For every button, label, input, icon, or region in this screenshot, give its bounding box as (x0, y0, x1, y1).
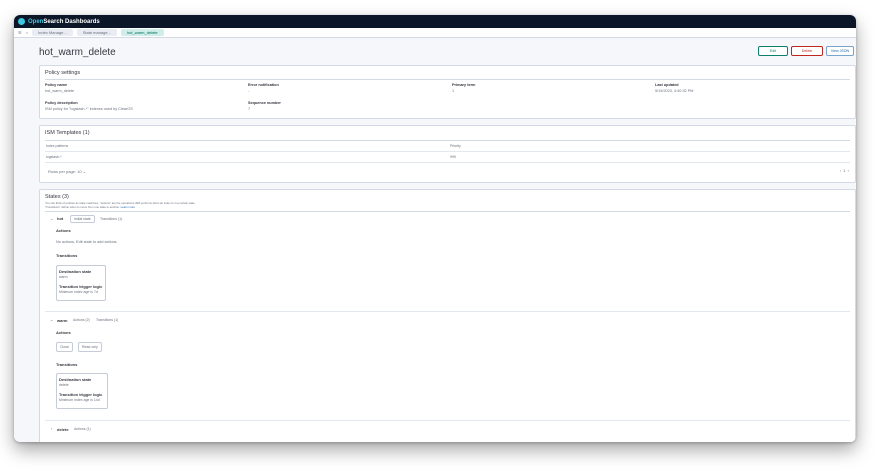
chevron-down-icon[interactable]: ⌄ (50, 317, 53, 322)
ism-templates-title: ISM Templates (1) (45, 130, 90, 136)
template-index-pattern: logstash-* (46, 155, 62, 159)
chevron-right-icon[interactable]: › (51, 426, 52, 431)
breadcrumb-item[interactable]: Index Manage... (32, 29, 73, 36)
hot-actions-label: Actions (56, 228, 71, 233)
warm-transition-card: Destination state delete Transition trig… (56, 373, 108, 409)
policy-name-label: Policy name (45, 83, 68, 87)
policy-settings-panel: Policy settings Policy name hot_warm_del… (39, 65, 856, 119)
breadcrumb: ☰ ⌂ Index Manage... State manage... hot_… (14, 28, 856, 38)
delete-actions-count: Actions (1) (74, 427, 91, 431)
warm-actions-label: Actions (56, 330, 71, 335)
primary-term-value: 1 (452, 89, 455, 93)
close-action-chip: Close (56, 342, 73, 352)
destination-state-value: delete (59, 383, 69, 387)
breadcrumb-item[interactable]: State manage... (76, 29, 117, 36)
policy-settings-title: Policy settings (45, 70, 81, 76)
index-patterns-column-header[interactable]: Index patterns (46, 144, 68, 148)
pagination[interactable]: ‹ 1 › (840, 168, 849, 173)
destination-state-label: Destination state (59, 269, 92, 274)
priority-column-header[interactable]: Priority (450, 144, 461, 148)
primary-term-label: Primary term (452, 83, 476, 87)
hot-transition-card: Destination state warm Transition trigge… (56, 265, 106, 301)
menu-icon[interactable]: ☰ (18, 30, 22, 35)
destination-state-label: Destination state (59, 377, 92, 382)
trigger-logic-label: Transition trigger logic (59, 284, 103, 289)
states-panel: States (3) You can think of policies as … (39, 189, 856, 442)
sequence-number-label: Sequence number (248, 101, 281, 105)
chevron-down-icon[interactable]: ⌄ (50, 216, 53, 221)
trigger-logic-value: Minimum index age is 14d (59, 398, 100, 402)
home-icon[interactable]: ⌂ (26, 30, 28, 35)
last-updated-label: Last updated (655, 83, 679, 87)
view-json-button[interactable]: View JSON (826, 46, 854, 56)
learn-more-link[interactable]: Learn more (121, 205, 135, 209)
rows-per-page-selector[interactable]: Rows per page: 10 ⌄ (48, 169, 86, 174)
warm-actions-count: Actions (2) (73, 318, 90, 322)
brand-name[interactable]: OpenSearch Dashboards (28, 19, 100, 25)
state-name-warm[interactable]: warm (57, 318, 67, 323)
top-nav-bar: OpenSearch Dashboards (14, 15, 856, 28)
policy-description-label: Policy description (45, 101, 78, 105)
edit-button[interactable]: Edit (758, 46, 788, 56)
error-notification-label: Error notification (248, 83, 279, 87)
page-header: hot_warm_delete Edit Delete View JSON (39, 43, 856, 61)
chevron-right-icon[interactable]: › (848, 168, 849, 173)
opensearch-logo-icon[interactable] (18, 18, 25, 25)
state-name-delete[interactable]: delete (57, 427, 69, 432)
error-notification-value: - (248, 89, 250, 93)
warm-transitions-label: Transitions (56, 362, 78, 367)
hot-transitions-count: Transitions (1) (100, 217, 123, 221)
trigger-logic-value: Minimum index age is 7d (59, 290, 98, 294)
template-priority: 999 (450, 155, 456, 159)
states-title: States (3) (45, 194, 69, 200)
breadcrumb-current: hot_warm_delete (120, 29, 164, 36)
chevron-left-icon[interactable]: ‹ (840, 168, 841, 173)
warm-transitions-count: Transitions (1) (96, 318, 119, 322)
page-title: hot_warm_delete (39, 46, 116, 58)
app-window: OpenSearch Dashboards ☰ ⌂ Index Manage..… (14, 15, 856, 442)
last-updated-value: 5/19/2023, 4:40:32 PM (655, 89, 694, 93)
policy-name-value: hot_warm_delete (45, 89, 75, 93)
delete-button[interactable]: Delete (791, 46, 823, 56)
state-name-hot[interactable]: hot (57, 216, 63, 221)
chevron-down-icon: ⌄ (82, 169, 87, 174)
hot-transitions-label: Transitions (56, 253, 78, 258)
policy-description-value: ISM policy for "logstash-*" indexes used… (45, 107, 133, 111)
hot-no-actions-text: No actions. Edit state to add actions. (56, 240, 118, 244)
initial-state-badge: Initial state (70, 215, 95, 223)
trigger-logic-label: Transition trigger logic (59, 392, 103, 397)
states-description-2: "Transitions" define when to move from o… (45, 205, 135, 209)
ism-templates-panel: ISM Templates (1) Index patterns Priorit… (39, 125, 856, 183)
destination-state-value: warm (59, 275, 68, 279)
sequence-number-value: 7 (248, 107, 251, 111)
read-only-action-chip: Read only (78, 342, 102, 352)
